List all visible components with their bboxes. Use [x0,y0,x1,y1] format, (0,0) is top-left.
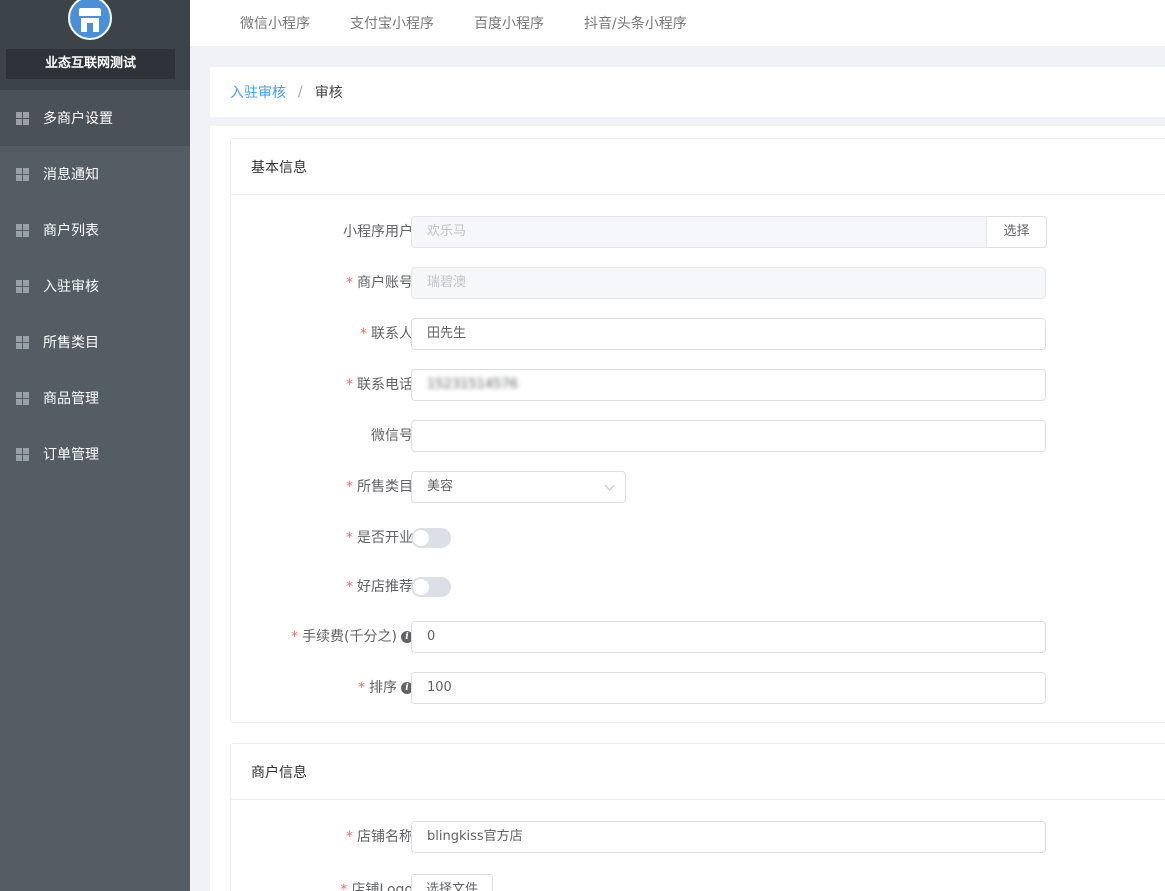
wechat-input[interactable] [411,420,1046,452]
select-user-button[interactable]: 选择 [987,216,1047,248]
fee-input[interactable]: 0 [411,621,1046,653]
grid-icon [16,447,29,461]
phone-value: 15231514576 [427,377,518,392]
account-row: * 商户账号 瑞碧澳 [231,267,1165,299]
grid-icon [16,111,29,125]
recommend-label: * 好店推荐 [346,579,413,595]
card-title: 商户信息 [231,744,1165,800]
sidebar-item-label: 入驻审核 [43,279,99,295]
merchant-info-card: 商户信息 * 店铺名称 blingkiss官方店 * 店铺Logo 选择文件 [230,743,1165,891]
tab-wechat[interactable]: 微信小程序 [240,13,310,33]
store-logo-icon [68,0,112,40]
category-label: * 所售类目 [346,479,413,495]
grid-icon [16,391,29,405]
shop-logo-label: * 店铺Logo [340,882,413,891]
sidebar-item-label: 多商户设置 [43,111,113,127]
contact-row: * 联系人 田先生 [231,318,1165,350]
shop-name-input[interactable]: blingkiss官方店 [411,821,1046,853]
sidebar-brand: 业态互联网测试 [0,0,190,90]
sidebar-item-multi-merchant-settings[interactable]: 多商户设置 [0,90,190,146]
breadcrumb-separator: / [298,84,303,100]
brand-name: 业态互联网测试 [6,49,175,79]
mini-user-input[interactable]: 欢乐马 [411,216,987,248]
choose-file-button[interactable]: 选择文件 [411,874,494,891]
switch-knob [413,530,429,546]
sidebar-item-notifications[interactable]: 消息通知 [0,146,190,202]
shop-logo-row: * 店铺Logo 选择文件 [231,874,1165,891]
contact-label: * 联系人 [360,326,413,342]
grid-icon [16,167,29,181]
sidebar-item-orders[interactable]: 订单管理 [0,426,190,482]
account-input[interactable]: 瑞碧澳 [411,267,1046,299]
recommend-switch[interactable] [411,577,451,597]
sidebar-item-products[interactable]: 商品管理 [0,370,190,426]
phone-input[interactable]: 15231514576 [411,369,1046,401]
fee-label: * 手续费(千分之) i [291,621,413,653]
grid-icon [16,279,29,293]
fee-row: * 手续费(千分之) i 0 [231,621,1165,653]
category-select[interactable]: 美容 [411,471,626,503]
grid-icon [16,223,29,237]
category-row: * 所售类目 美容 [231,471,1165,503]
phone-label: * 联系电话 [346,377,413,393]
sort-row: * 排序 i 100 [231,672,1165,704]
account-label: * 商户账号 [346,275,413,291]
phone-row: * 联系电话 15231514576 [231,369,1165,401]
mini-user-label: 小程序用户 [343,224,413,240]
switch-knob [413,579,429,595]
sidebar-item-merchant-list[interactable]: 商户列表 [0,202,190,258]
tab-alipay[interactable]: 支付宝小程序 [350,13,434,33]
mini-user-row: 小程序用户 欢乐马 选择 [231,216,1165,248]
breadcrumb-parent-link[interactable]: 入驻审核 [230,82,286,102]
top-nav: 微信小程序 支付宝小程序 百度小程序 抖音/头条小程序 [190,0,1165,46]
chevron-down-icon [604,480,615,491]
sidebar-item-label: 商品管理 [43,391,99,407]
category-selected-value: 美容 [427,479,454,494]
recommend-row: * 好店推荐 [231,571,1165,603]
open-switch[interactable] [411,528,451,548]
shop-name-label: * 店铺名称 [346,829,413,845]
wechat-row: 微信号 [231,420,1165,452]
tab-douyin[interactable]: 抖音/头条小程序 [584,13,687,33]
sort-label: * 排序 i [358,672,413,704]
sidebar-item-label: 消息通知 [43,167,99,183]
breadcrumb: 入驻审核 / 审核 [210,67,1165,117]
open-label: * 是否开业 [346,530,413,546]
sidebar-item-settlement-review[interactable]: 入驻审核 [0,258,190,314]
contact-input[interactable]: 田先生 [411,318,1046,350]
tab-baidu[interactable]: 百度小程序 [474,13,544,33]
sidebar-item-label: 订单管理 [43,447,99,463]
card-title: 基本信息 [231,139,1165,195]
sidebar-item-label: 商户列表 [43,223,99,239]
sidebar-item-label: 所售类目 [43,335,99,351]
breadcrumb-current: 审核 [314,85,343,101]
sort-input[interactable]: 100 [411,672,1046,704]
sidebar: 业态互联网测试 多商户设置 消息通知 商户列表 入驻审核 所售类目 商品管理 订… [0,0,190,891]
basic-info-card: 基本信息 小程序用户 欢乐马 选择 * 商户账号 瑞碧澳 * 联系人 田先生 * 联系… [230,138,1165,723]
wechat-label: 微信号 [371,428,413,444]
shop-name-row: * 店铺名称 blingkiss官方店 [231,821,1165,853]
grid-icon [16,335,29,349]
sidebar-item-categories[interactable]: 所售类目 [0,314,190,370]
open-row: * 是否开业 [231,522,1165,554]
